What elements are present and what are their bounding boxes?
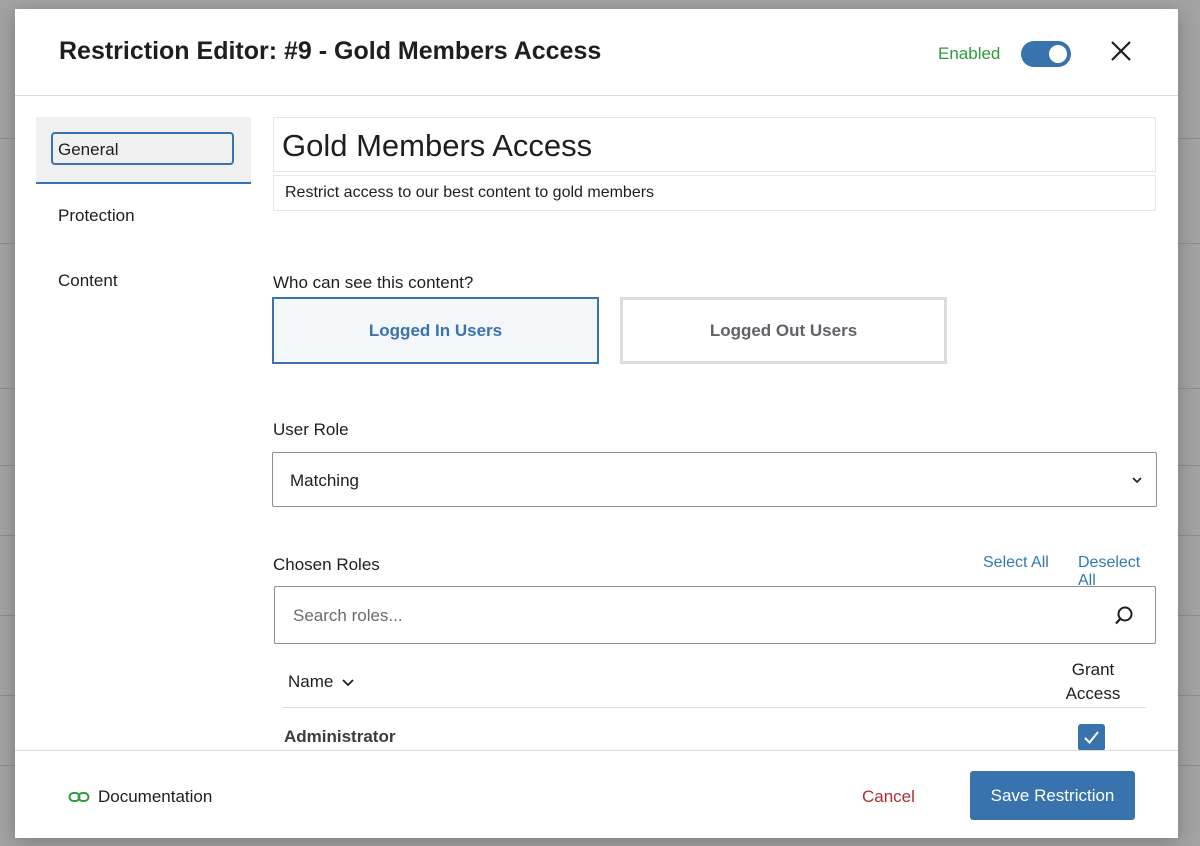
documentation-label: Documentation [98, 787, 213, 806]
user-role-label: User Role [273, 420, 349, 439]
modal-header: Restriction Editor: #9 - Gold Members Ac… [15, 9, 1178, 96]
grant-access-line2: Access [1065, 684, 1121, 703]
cancel-button[interactable]: Cancel [862, 787, 915, 807]
name-column-label: Name [288, 672, 334, 691]
enabled-label: Enabled [938, 44, 1001, 63]
search-roles-input[interactable]: Search roles... [274, 586, 1156, 644]
logged-out-users-option[interactable]: Logged Out Users [620, 297, 947, 364]
tab-general[interactable]: General [36, 117, 251, 184]
tab-content[interactable]: Content [36, 249, 251, 314]
settings-sidebar: General Protection Content [36, 117, 251, 314]
enabled-toggle[interactable] [1021, 41, 1071, 67]
modal-title: Restriction Editor: #9 - Gold Members Ac… [59, 37, 602, 65]
tab-label: Content [58, 271, 118, 290]
grant-access-checkbox[interactable] [1078, 724, 1105, 751]
checkmark-icon [1084, 731, 1099, 744]
toggle-knob [1049, 45, 1067, 63]
restriction-title-input[interactable]: Gold Members Access [273, 117, 1156, 172]
close-icon [1111, 41, 1131, 61]
tab-protection[interactable]: Protection [36, 184, 251, 249]
grant-access-line1: Grant [1071, 660, 1115, 679]
tab-label: General [58, 140, 119, 159]
select-all-link[interactable]: Select All [983, 554, 1049, 572]
table-header-divider [283, 707, 1146, 708]
close-button[interactable] [1107, 37, 1135, 65]
modal-footer: Documentation Cancel Save Restriction [15, 750, 1178, 838]
grant-access-column-header: Grant Access [1050, 658, 1136, 706]
name-column-header[interactable]: Name [288, 672, 355, 692]
search-placeholder: Search roles... [293, 606, 403, 625]
save-restriction-button[interactable]: Save Restriction [970, 771, 1135, 820]
link-icon [68, 792, 90, 802]
search-icon [1115, 606, 1133, 625]
logged-in-users-option[interactable]: Logged In Users [272, 297, 599, 364]
chevron-down-icon [1132, 477, 1142, 484]
tab-label: Protection [58, 206, 135, 225]
chevron-down-icon [342, 678, 354, 686]
chosen-roles-label: Chosen Roles [273, 555, 380, 574]
who-can-see-label: Who can see this content? [273, 273, 474, 292]
restriction-editor-modal: Restriction Editor: #9 - Gold Members Ac… [15, 9, 1178, 838]
deselect-all-link[interactable]: Deselect All [1078, 554, 1158, 590]
user-role-value: Matching [290, 471, 359, 490]
table-row-role-name: Administrator [284, 727, 396, 746]
documentation-link[interactable]: Documentation [68, 787, 212, 807]
user-role-select[interactable]: Matching [272, 452, 1157, 507]
restriction-description-input[interactable]: Restrict access to our best content to g… [273, 175, 1156, 211]
